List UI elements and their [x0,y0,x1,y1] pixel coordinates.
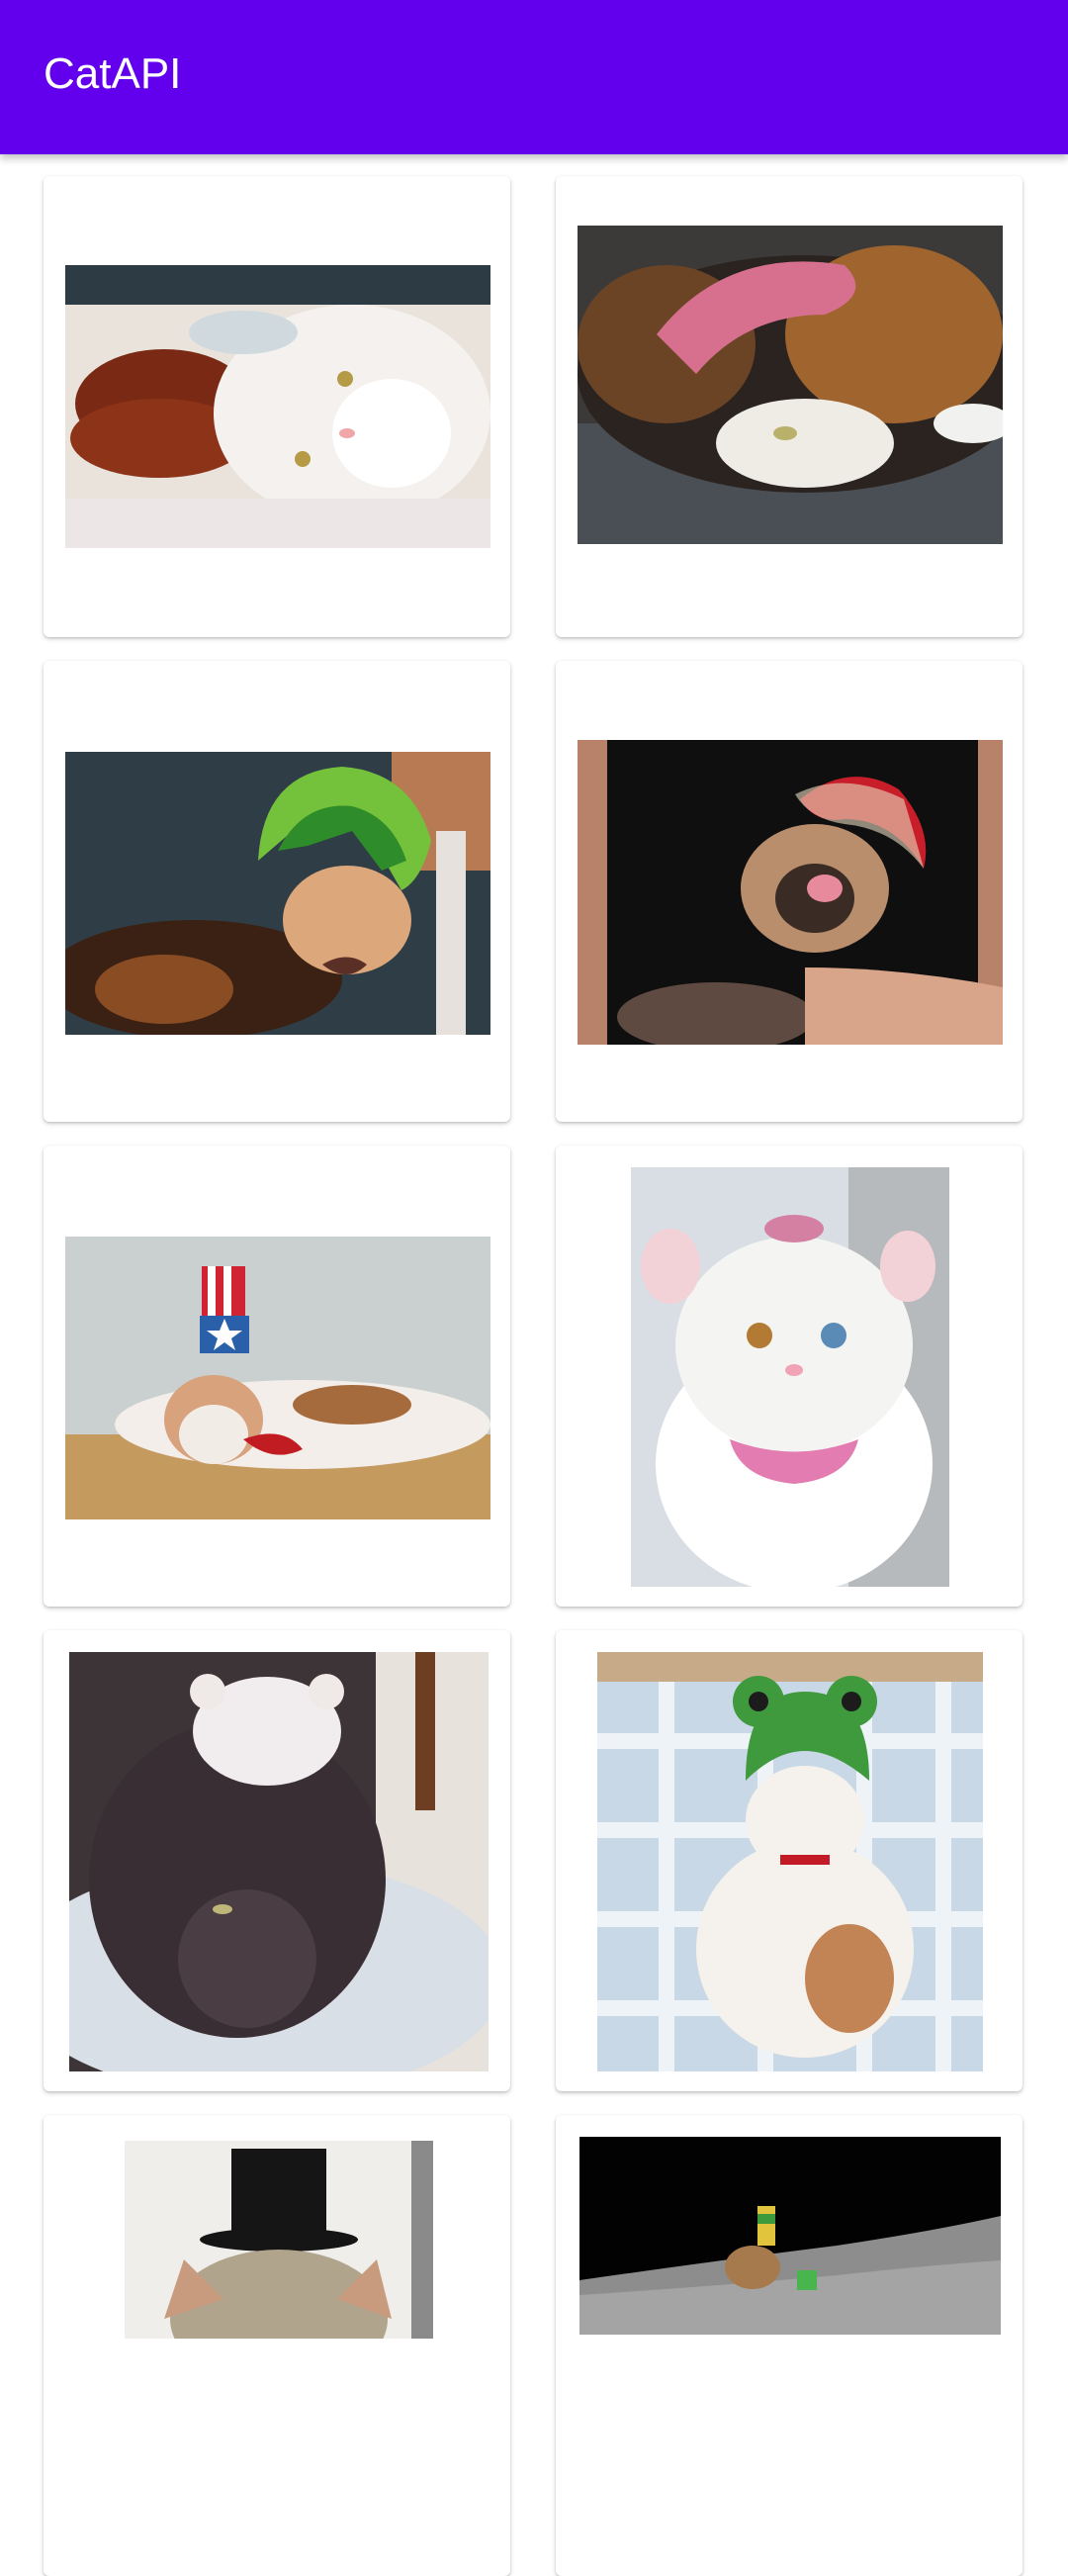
cat-photo[interactable] [65,1237,490,1519]
cat-card[interactable] [556,176,1023,637]
cat-photo[interactable] [597,1652,983,2071]
cat-card[interactable] [556,661,1023,1122]
cat-card[interactable] [44,661,510,1122]
cat-card[interactable] [556,2115,1023,2576]
cat-photo[interactable] [578,226,1003,544]
cat-photo[interactable] [631,1167,949,1587]
cat-card[interactable] [44,2115,510,2576]
cat-photo[interactable] [125,2141,433,2339]
cat-photo[interactable] [65,265,490,548]
cat-photo[interactable] [578,740,1003,1045]
cat-card[interactable] [556,1146,1023,1607]
cat-card[interactable] [44,176,510,637]
cat-photo[interactable] [579,2137,1001,2335]
cat-photo[interactable] [69,1652,489,2071]
cat-card[interactable] [44,1146,510,1607]
cat-photo[interactable] [65,752,490,1035]
cat-card[interactable] [44,1630,510,2091]
app-bar: CatAPI [0,0,1068,154]
app-title: CatAPI [44,49,182,98]
cat-card[interactable] [556,1630,1023,2091]
